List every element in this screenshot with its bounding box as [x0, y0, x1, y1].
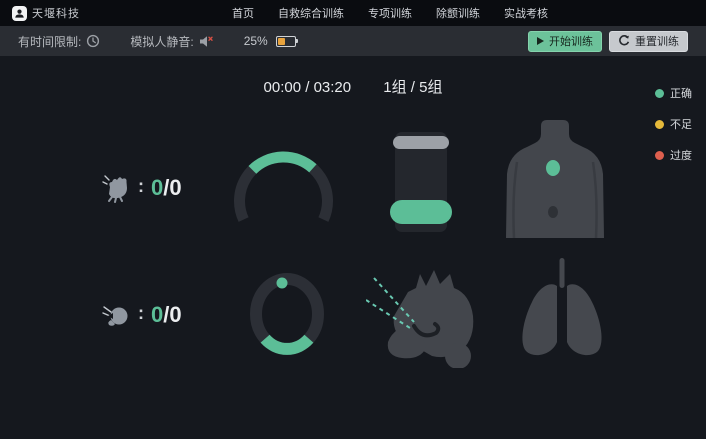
compression-depth-gauge — [390, 132, 452, 232]
depth-current-marker — [393, 136, 449, 149]
compression-count: 0/0 — [151, 175, 182, 201]
manikin-mute-label: 模拟人静音: — [130, 33, 193, 50]
reset-icon — [618, 35, 630, 47]
depth-target-zone — [390, 200, 452, 224]
legend-item-insufficient: 不足 — [655, 116, 692, 132]
start-training-button[interactable]: 开始训练 — [528, 31, 602, 52]
ventilation-colon: : — [138, 303, 144, 324]
ventilation-current-marker — [277, 278, 288, 289]
hand-icon — [101, 173, 131, 203]
reset-training-label: 重置训练 — [635, 33, 679, 49]
brand: 天堰科技 — [12, 5, 80, 21]
play-icon — [537, 37, 544, 45]
manikin-mute-setting[interactable]: 模拟人静音: — [130, 33, 213, 50]
ventilation-counter: : 0/0 — [101, 297, 182, 333]
battery-icon — [276, 36, 296, 47]
brand-name: 天堰科技 — [32, 5, 80, 21]
reset-training-button[interactable]: 重置训练 — [609, 31, 688, 52]
ventilation-volume-gauge — [248, 272, 326, 356]
correct-dot-icon — [655, 89, 664, 98]
session-status: 00:00 / 03:20 1组 / 5组 — [0, 76, 706, 97]
main-nav: 首页 自救综合训练 专项训练 除颤训练 实战考核 — [232, 5, 548, 21]
brand-logo-icon — [12, 6, 27, 21]
torso-compression-position — [503, 120, 607, 238]
session-timer: 00:00 / 03:20 — [264, 79, 352, 96]
head-tilt-airway-graphic — [366, 264, 484, 368]
start-training-label: 开始训练 — [549, 33, 593, 49]
legend-item-correct: 正确 — [655, 85, 692, 101]
battery-percent: 25% — [244, 34, 268, 48]
time-limit-label: 有时间限制: — [18, 33, 81, 50]
nav-item-practical-exam[interactable]: 实战考核 — [504, 5, 548, 21]
nav-item-comprehensive-training[interactable]: 自救综合训练 — [278, 5, 344, 21]
battery-status: 25% — [244, 34, 296, 48]
excessive-dot-icon — [655, 151, 664, 160]
nav-item-defibrillation-training[interactable]: 除颤训练 — [436, 5, 480, 21]
session-group-counter: 1组 / 5组 — [383, 79, 442, 96]
compression-colon: : — [138, 176, 144, 197]
breath-icon — [101, 300, 131, 330]
top-nav-bar: 天堰科技 首页 自救综合训练 专项训练 除颤训练 实战考核 — [0, 0, 706, 26]
ventilation-target-zone — [265, 339, 309, 349]
insufficient-dot-icon — [655, 120, 664, 129]
ventilation-count: 0/0 — [151, 302, 182, 328]
toolbar: 有时间限制: 模拟人静音: 25% 开始训练 重置训练 — [0, 26, 706, 56]
battery-fill — [278, 38, 286, 45]
nav-item-special-training[interactable]: 专项训练 — [368, 5, 412, 21]
clock-icon[interactable] — [86, 34, 100, 48]
speaker-muted-icon[interactable] — [199, 35, 214, 48]
compression-rate-target-zone — [252, 157, 313, 170]
cpr-training-screen: { "header": { "brand": "天堰科技", "nav": [ … — [0, 0, 706, 439]
time-limit-setting[interactable]: 有时间限制: — [18, 33, 100, 50]
compression-rate-gauge — [226, 143, 341, 231]
nav-item-home[interactable]: 首页 — [232, 5, 254, 21]
lungs-graphic — [510, 256, 614, 364]
legend-item-excessive: 过度 — [655, 147, 692, 163]
compression-point-marker — [546, 160, 560, 176]
compression-counter: : 0/0 — [101, 170, 182, 206]
result-legend: 正确 不足 过度 — [655, 85, 692, 178]
